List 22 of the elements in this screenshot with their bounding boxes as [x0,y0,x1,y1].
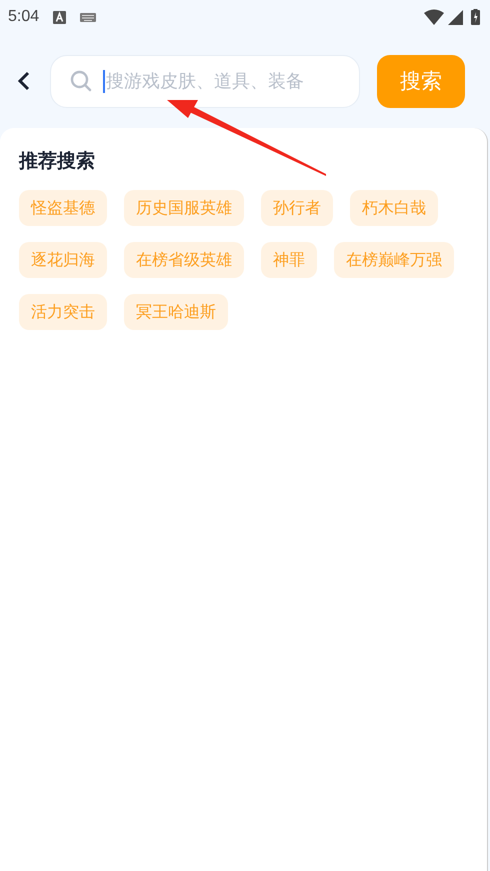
font-icon [53,10,66,24]
status-time: 5:04 [8,8,40,26]
text-cursor [103,70,105,92]
search-tag[interactable]: 在榜省级英雄 [124,242,244,278]
search-tag[interactable]: 活力突击 [19,294,107,330]
signal-icon [448,10,463,24]
search-icon [70,70,92,92]
search-field[interactable]: 搜游戏皮肤、道具、装备 [50,54,360,108]
search-tag[interactable]: 在榜巅峰万强 [334,242,454,278]
keyboard-icon [80,12,96,22]
search-button[interactable]: 搜索 [377,54,465,108]
search-tag[interactable]: 怪盗基德 [19,190,107,226]
search-tag[interactable]: 朽木白哉 [350,190,438,226]
search-tag[interactable]: 神罪 [261,242,317,278]
wifi-icon [424,9,444,25]
back-icon[interactable] [18,71,30,91]
section-title: 推荐搜索 [19,149,95,174]
search-tag[interactable]: 冥王哈迪斯 [124,294,228,330]
search-tag[interactable]: 孙行者 [261,190,333,226]
search-tag[interactable]: 逐花归海 [19,242,107,278]
search-tag[interactable]: 历史国服英雄 [124,190,244,226]
battery-icon [471,9,480,25]
